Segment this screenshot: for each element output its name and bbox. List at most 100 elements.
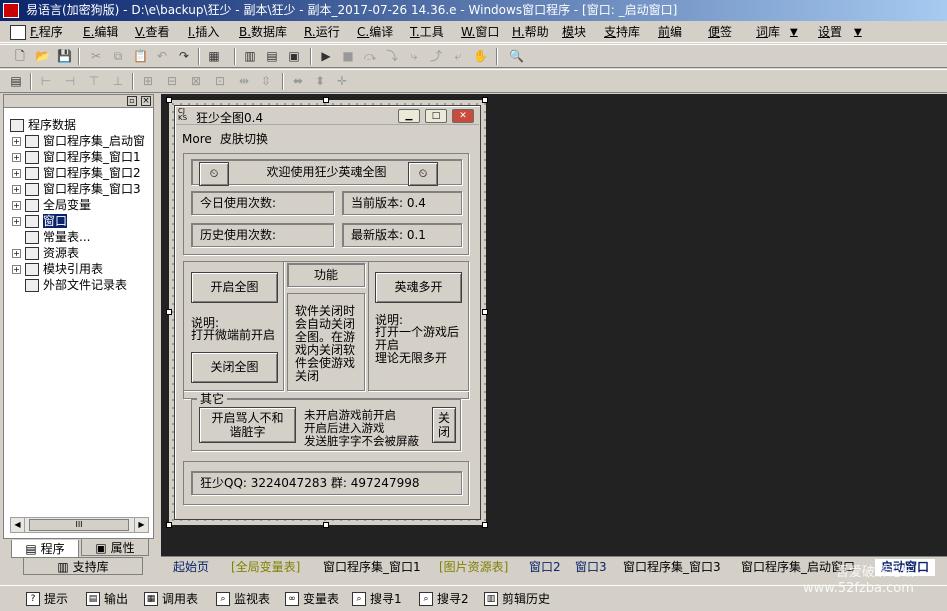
chevron-down-icon[interactable]: ▼ [788, 24, 800, 41]
tab-window1-module[interactable]: 窗口程序集_窗口1 [317, 559, 427, 576]
align-top-icon[interactable]: ⊥ [110, 73, 126, 89]
scroll-left-icon[interactable]: ◀ [11, 518, 25, 532]
resize-handle[interactable] [482, 522, 488, 528]
menu-insert[interactable]: I.插入 [186, 24, 221, 41]
tab-properties[interactable]: ▣ 属性 [81, 538, 149, 556]
menu-support-lib[interactable]: 支持库 [602, 24, 642, 41]
space-horizontal-icon[interactable]: ⇹ [236, 73, 252, 89]
tree-item-selected[interactable]: + 窗口 [12, 213, 68, 229]
menu-settings[interactable]: 设置 [816, 24, 844, 41]
tree-item[interactable]: + 窗口程序集_启动窗 [12, 133, 145, 149]
tree-item[interactable]: 外部文件记录表 [25, 277, 127, 293]
resize-handle[interactable] [166, 309, 172, 315]
tree-item[interactable]: + 资源表 [12, 245, 79, 261]
align-center-icon[interactable]: ⊣ [62, 73, 78, 89]
scroll-thumb[interactable]: III [29, 519, 129, 531]
tab-support-lib[interactable]: ▥ 支持库 [23, 557, 143, 575]
menu-view[interactable]: V.查看 [133, 24, 172, 41]
maximize-icon[interactable]: □ [425, 109, 447, 123]
tree-item[interactable]: + 窗口程序集_窗口3 [12, 181, 141, 197]
redo-icon[interactable]: ↷ [176, 48, 192, 64]
tree-item[interactable]: + 模块引用表 [12, 261, 103, 277]
menu-dictionary[interactable]: 词库 [754, 24, 782, 41]
menu-compile[interactable]: C.编译 [355, 24, 395, 41]
tab-variables[interactable]: ∞ 变量表 [283, 589, 339, 609]
menu-database[interactable]: B.数据库 [237, 24, 289, 41]
space-vertical-icon[interactable]: ⇳ [258, 73, 274, 89]
tab-call-table[interactable]: ▦ 调用表 [142, 589, 198, 609]
panel-bottom-icon[interactable]: ▤ [264, 48, 280, 64]
hand-icon[interactable]: ✋ [472, 48, 488, 64]
menu-more[interactable]: More [182, 133, 212, 146]
close-icon[interactable]: ✕ [452, 109, 474, 123]
tree-item[interactable]: 常量表... [25, 229, 90, 245]
menu-notes[interactable]: 便签 [706, 24, 734, 41]
tab-watch[interactable]: ⌕ 监视表 [214, 589, 270, 609]
chevron-down-icon[interactable]: ▼ [852, 24, 864, 41]
cut-icon[interactable]: ✂ [88, 48, 104, 64]
undo-icon[interactable]: ↶ [154, 48, 170, 64]
menu-file[interactable]: F.程序 [8, 24, 65, 41]
tab-window2[interactable]: 窗口2 [523, 559, 567, 576]
menu-help[interactable]: H.帮助 [510, 24, 550, 41]
multi-open-button[interactable]: 英魂多开 [375, 272, 462, 303]
tab-program[interactable]: ▤ 程序 [11, 540, 79, 558]
resize-handle[interactable] [482, 97, 488, 103]
tab-hints[interactable]: ? 提示 [24, 589, 68, 609]
profanity-button[interactable]: 开启骂人不和谐脏字 [199, 407, 296, 443]
tab-search1[interactable]: ⌕ 搜寻1 [350, 589, 402, 609]
menu-precompile[interactable]: 前编 [656, 24, 684, 41]
step-into-icon[interactable]: ⤵ [384, 48, 400, 64]
center-both-icon[interactable]: ✛ [334, 73, 350, 89]
panel-both-icon[interactable]: ▣ [286, 48, 302, 64]
same-height-icon[interactable]: ⊡ [212, 73, 228, 89]
horizontal-scrollbar[interactable]: ◀ III ▶ [10, 517, 149, 533]
resize-handle[interactable] [482, 309, 488, 315]
scroll-right-icon[interactable]: ▶ [134, 518, 148, 532]
tab-image-resources[interactable]: [图片资源表] [433, 559, 514, 576]
menu-tools[interactable]: T.工具 [408, 24, 446, 41]
resize-handle[interactable] [323, 522, 329, 528]
resize-handle[interactable] [323, 97, 329, 103]
panel-left-icon[interactable]: ▥ [242, 48, 258, 64]
stop-icon[interactable]: ■ [340, 48, 356, 64]
tree-item[interactable]: + 窗口程序集_窗口1 [12, 149, 141, 165]
tab-search2[interactable]: ⌕ 搜寻2 [417, 589, 469, 609]
resize-handle[interactable] [166, 97, 172, 103]
menu-module[interactable]: 模块 [560, 24, 588, 41]
minimize-icon[interactable]: ▁ [398, 109, 420, 123]
center-vertical-icon[interactable]: ⬍ [312, 73, 328, 89]
resize-handle[interactable] [166, 522, 172, 528]
open-folder-icon[interactable]: 📂 [34, 48, 50, 64]
align-right-icon[interactable]: ⊤ [86, 73, 102, 89]
tab-clip-history[interactable]: ▥ 剪辑历史 [482, 589, 550, 609]
tab-window3[interactable]: 窗口3 [569, 559, 613, 576]
save-icon[interactable]: 💾 [56, 48, 72, 64]
step-over-icon[interactable]: ⤷ [406, 48, 422, 64]
copy-icon[interactable]: ⧉ [110, 48, 126, 64]
close-icon[interactable]: × [141, 96, 151, 106]
layout-icon[interactable]: ▦ [206, 48, 222, 64]
close-map-button[interactable]: 关闭全图 [191, 352, 278, 383]
tree-root[interactable]: 程序数据 [10, 117, 76, 133]
tab-start-page[interactable]: 起始页 [167, 559, 215, 576]
form-icon[interactable]: ▤ [8, 73, 24, 89]
align-bottom-icon[interactable]: ⊟ [164, 73, 180, 89]
center-horizontal-icon[interactable]: ⬌ [290, 73, 306, 89]
step-out-icon[interactable]: ⤴ [428, 48, 444, 64]
align-left-icon[interactable]: ⊢ [38, 73, 54, 89]
same-width-icon[interactable]: ⊠ [188, 73, 204, 89]
new-file-icon[interactable]: 🗋 [12, 48, 28, 64]
menu-window[interactable]: W.窗口 [459, 24, 501, 41]
run-icon[interactable]: ▶ [318, 48, 334, 64]
menu-run[interactable]: R.运行 [302, 24, 342, 41]
tab-window3-module[interactable]: 窗口程序集_窗口3 [617, 559, 727, 576]
menu-skin[interactable]: 皮肤切换 [220, 133, 268, 146]
find-icon[interactable]: 🔍 [508, 48, 524, 64]
restore-icon[interactable]: ▫ [127, 96, 137, 106]
tab-global-vars[interactable]: [全局变量表] [225, 559, 306, 576]
close-button[interactable]: 关闭 [432, 407, 456, 443]
align-middle-icon[interactable]: ⊞ [140, 73, 156, 89]
step-icon[interactable]: ⤼ [362, 48, 378, 64]
tab-output[interactable]: ▤ 输出 [84, 589, 128, 609]
